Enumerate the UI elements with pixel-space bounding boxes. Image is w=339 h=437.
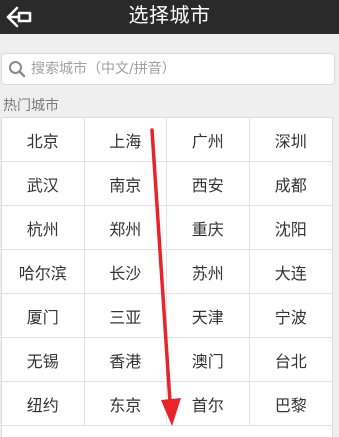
city-cell[interactable]: 杭州 xyxy=(2,206,85,250)
page-title: 选择城市 xyxy=(128,3,211,27)
city-cell[interactable]: 北京 xyxy=(2,118,85,162)
hot-cities-grid: 北京 上海 广州 深圳 武汉 南京 西安 成都 杭州 郑州 重庆 沈阳 哈尔滨 … xyxy=(1,117,333,437)
city-cell[interactable]: 澳门 xyxy=(167,338,250,382)
city-cell[interactable]: 武汉 xyxy=(2,162,85,206)
city-cell[interactable]: 深圳 xyxy=(249,118,332,162)
city-cell[interactable]: 成都 xyxy=(249,162,332,206)
city-cell[interactable]: 哈尔滨 xyxy=(2,250,85,294)
city-cell[interactable]: 重庆 xyxy=(167,206,250,250)
city-cell[interactable]: 长沙 xyxy=(84,250,167,294)
top-bar: 选择城市 xyxy=(0,0,339,34)
city-cell[interactable]: 沈阳 xyxy=(249,206,332,250)
city-cell[interactable]: 无锡 xyxy=(2,338,85,382)
city-cell[interactable]: 台北 xyxy=(249,338,332,382)
city-cell[interactable]: 郑州 xyxy=(84,206,167,250)
city-cell[interactable]: 香港 xyxy=(84,338,167,382)
city-cell[interactable]: 广州 xyxy=(167,118,250,162)
city-cell[interactable]: 首尔 xyxy=(167,382,250,426)
search-icon xyxy=(7,59,27,79)
city-cell[interactable]: 上海 xyxy=(84,118,167,162)
city-cell[interactable]: 大连 xyxy=(249,250,332,294)
city-cell[interactable]: 纽约 xyxy=(2,382,85,426)
city-cell[interactable]: 东京 xyxy=(84,382,167,426)
hot-cities-label: 热门城市 xyxy=(3,98,59,114)
city-cell[interactable]: 三亚 xyxy=(84,294,167,338)
city-cell[interactable]: 巴黎 xyxy=(249,382,332,426)
city-cell[interactable]: 天津 xyxy=(167,294,250,338)
city-cell[interactable]: 厦门 xyxy=(2,294,85,338)
city-cell[interactable]: 宁波 xyxy=(249,294,332,338)
city-cell[interactable]: 南京 xyxy=(84,162,167,206)
city-cell[interactable]: 苏州 xyxy=(167,250,250,294)
search-input[interactable] xyxy=(31,61,321,77)
search-bar[interactable] xyxy=(1,53,335,85)
city-cell[interactable]: 西安 xyxy=(167,162,250,206)
